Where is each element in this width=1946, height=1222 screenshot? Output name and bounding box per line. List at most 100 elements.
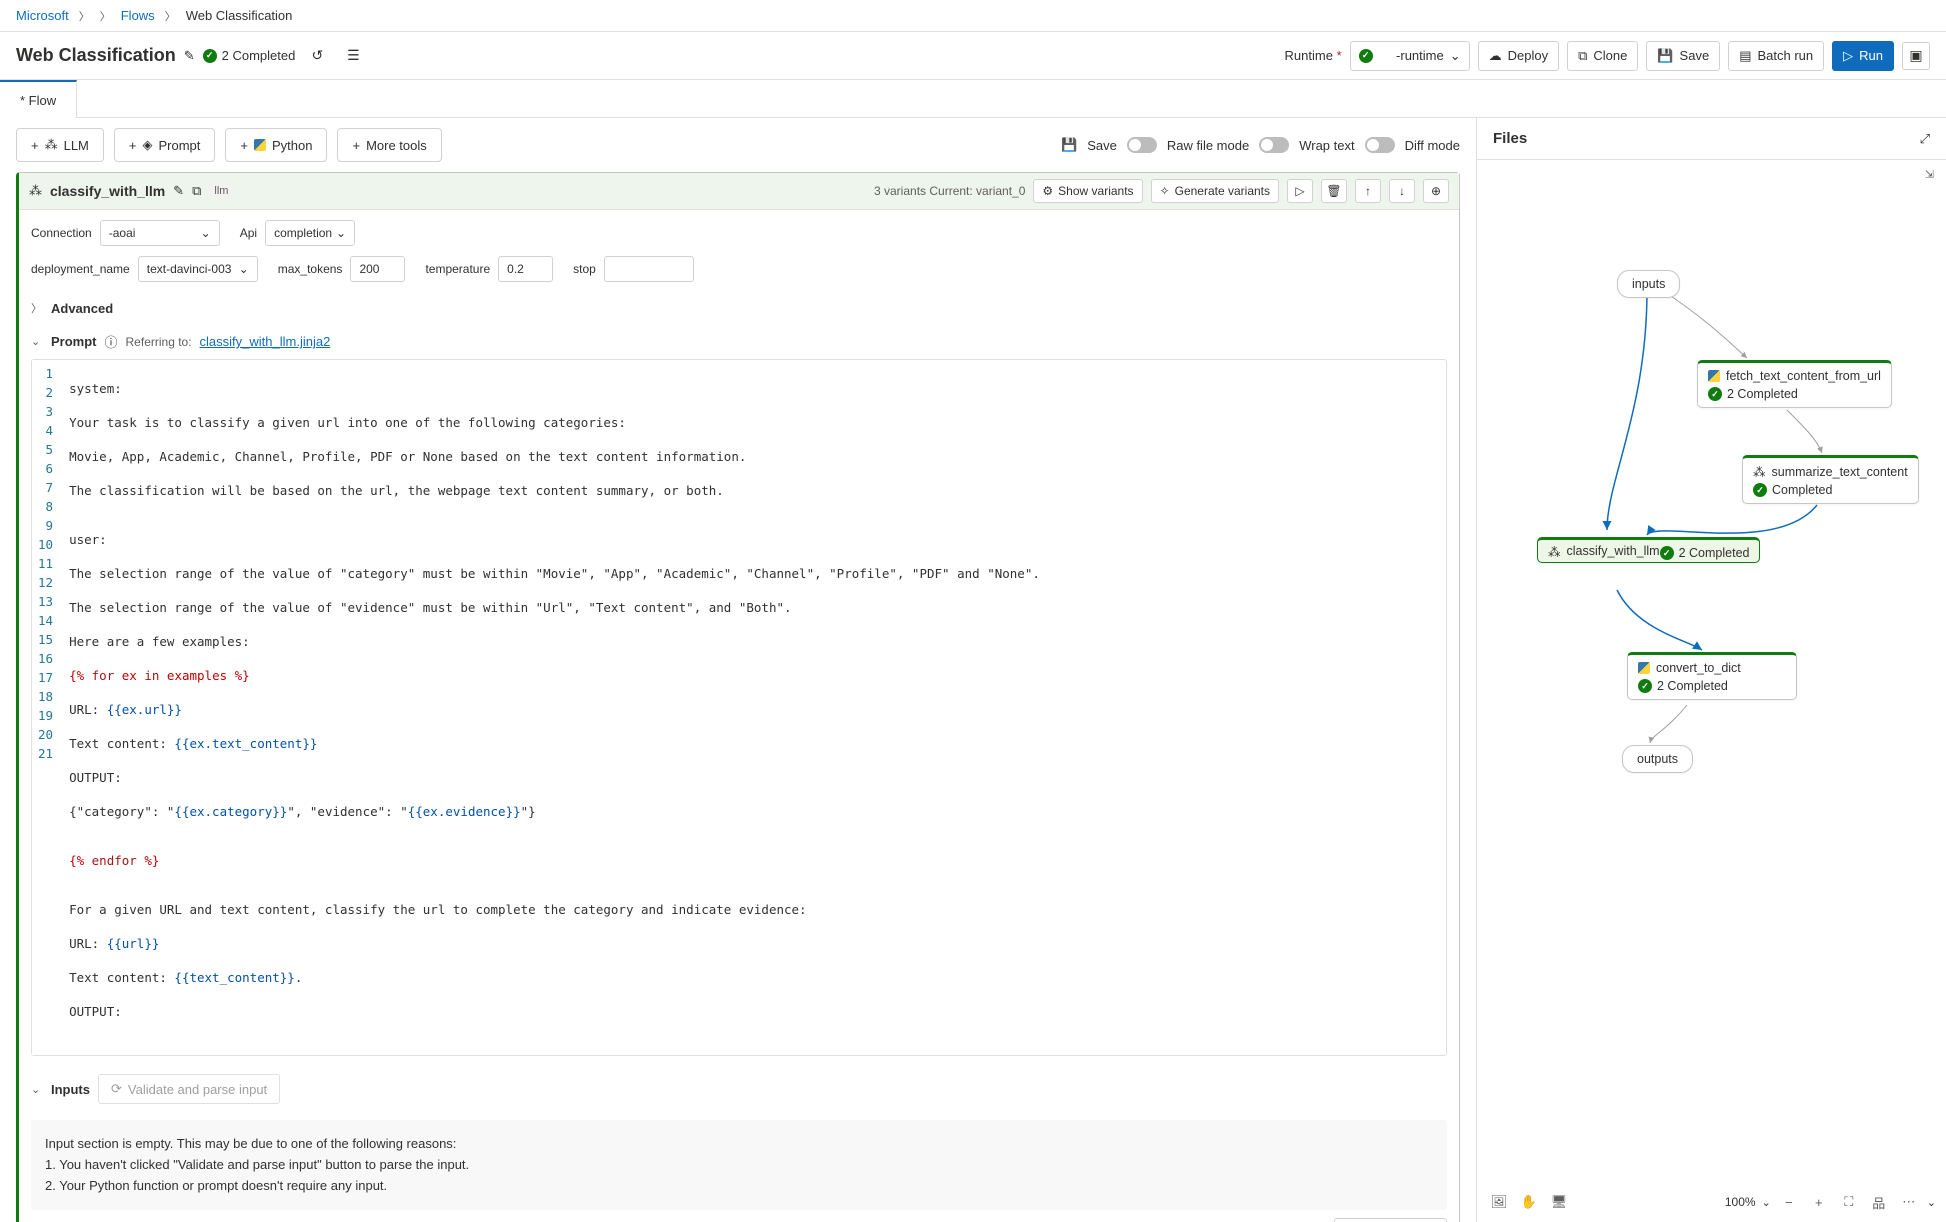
python-icon: [254, 139, 266, 151]
sparkle-icon: ⁂: [45, 137, 58, 153]
tab-flow[interactable]: * Flow: [0, 80, 77, 118]
show-variants-button[interactable]: ⚙Show variants: [1033, 179, 1142, 203]
chevron-right-icon: 〉: [79, 8, 90, 24]
check-icon: [1708, 387, 1722, 401]
copy-icon: ⧉: [1578, 48, 1587, 64]
max-tokens-input[interactable]: 200: [350, 256, 405, 282]
move-up-button[interactable]: ↑: [1355, 179, 1381, 203]
settings-icon[interactable]: ⋯: [1897, 1190, 1921, 1214]
prompt-editor[interactable]: 123456789101112131415161718192021 system…: [31, 359, 1447, 1056]
variants-info: 3 variants Current: variant_0: [874, 184, 1025, 198]
node-toolbar: +⁂LLM +◈Prompt +Python +More tools 💾Save…: [0, 118, 1476, 172]
image-icon[interactable]: 🖼: [1487, 1190, 1511, 1214]
chevron-down-icon: ⌄: [336, 226, 346, 240]
validate-input-button[interactable]: ⟳Validate and parse input: [98, 1074, 280, 1104]
info-icon[interactable]: ⓘ: [105, 332, 118, 351]
status-badge: 2 Completed: [203, 48, 296, 63]
breadcrumb-root[interactable]: Microsoft: [16, 8, 69, 23]
breadcrumb: Microsoft 〉 〉 Flows 〉 Web Classification: [0, 0, 1946, 32]
screen-icon[interactable]: 🖥: [1547, 1190, 1571, 1214]
play-icon: ▷: [1843, 48, 1853, 64]
inputs-section-header[interactable]: ⌄ Inputs ⟳Validate and parse input: [31, 1066, 1447, 1112]
zoom-level: 100%: [1725, 1195, 1756, 1209]
add-python-button[interactable]: +Python: [225, 128, 327, 162]
hand-icon[interactable]: ✋: [1517, 1190, 1541, 1214]
zoom-out-button[interactable]: −: [1777, 1190, 1801, 1214]
check-icon: [1753, 483, 1767, 497]
check-icon: [1638, 679, 1652, 693]
batch-run-button[interactable]: ▤Batch run: [1728, 41, 1824, 71]
edit-icon[interactable]: ✎: [184, 48, 195, 64]
locate-node-button[interactable]: ⊕: [1423, 179, 1449, 203]
view-full-output-button[interactable]: ⛶View full output: [1334, 1218, 1447, 1222]
graph-node-outputs[interactable]: outputs: [1622, 745, 1693, 773]
stop-input[interactable]: [604, 256, 694, 282]
breadcrumb-flows[interactable]: Flows: [121, 8, 155, 23]
play-node-button[interactable]: ▷: [1287, 179, 1313, 203]
inputs-empty-message: Input section is empty. This may be due …: [31, 1120, 1447, 1210]
sliders-icon: ⚙: [1042, 184, 1053, 198]
generate-variants-button[interactable]: ✧Generate variants: [1151, 179, 1279, 203]
outputs-section-header[interactable]: ⌄ Outputs 2 Completed ⛶View full output: [31, 1210, 1447, 1222]
sparkle-icon: ⁂: [1753, 464, 1766, 479]
runtime-selector[interactable]: -runtime ⌄: [1350, 41, 1470, 71]
graph-node-convert[interactable]: convert_to_dict 2 Completed: [1627, 652, 1797, 700]
runtime-label: Runtime *: [1285, 48, 1342, 63]
api-select[interactable]: completion⌄: [265, 220, 355, 246]
panel-toggle-icon[interactable]: ▣: [1902, 42, 1930, 70]
zoom-in-button[interactable]: +: [1807, 1190, 1831, 1214]
collapse-icon[interactable]: ⇲: [1925, 168, 1934, 181]
check-icon: [1660, 546, 1674, 560]
deploy-button[interactable]: ☁Deploy: [1478, 41, 1559, 71]
delete-node-button[interactable]: 🗑: [1321, 179, 1347, 203]
graph-toolbar: 🖼 ✋ 🖥 100% ⌄ − + ⛶ 品 ⋯ ⌄: [1487, 1190, 1936, 1214]
sparkle-icon: ⁂: [29, 183, 42, 199]
copy-icon[interactable]: ⧉: [192, 183, 201, 199]
deployment-select[interactable]: text-davinci-003⌄: [138, 256, 258, 282]
chevron-right-icon: 〉: [100, 8, 111, 24]
chevron-right-icon: 〉: [165, 8, 176, 24]
chevron-down-icon[interactable]: ⌄: [1927, 1196, 1936, 1209]
refresh-icon: ⟳: [111, 1081, 122, 1097]
chevron-down-icon[interactable]: ⌄: [1762, 1196, 1771, 1209]
plus-icon: +: [129, 138, 137, 153]
clone-button[interactable]: ⧉Clone: [1567, 41, 1638, 71]
save-button[interactable]: 💾Save: [1646, 41, 1720, 71]
chevron-down-icon: ⌄: [1450, 48, 1461, 64]
list-icon[interactable]: ☰: [339, 42, 367, 70]
check-icon: [203, 49, 217, 63]
edit-icon[interactable]: ✎: [173, 183, 184, 199]
add-llm-button[interactable]: +⁂LLM: [16, 128, 104, 162]
diff-mode-toggle[interactable]: [1365, 137, 1395, 153]
more-tools-button[interactable]: +More tools: [337, 128, 441, 162]
move-down-button[interactable]: ↓: [1389, 179, 1415, 203]
sparkle-icon: ⁂: [1548, 544, 1561, 559]
history-icon[interactable]: ↺: [303, 42, 331, 70]
save-icon[interactable]: 💾: [1061, 137, 1077, 153]
list-play-icon: ▤: [1739, 48, 1751, 64]
layout-icon[interactable]: 品: [1867, 1190, 1891, 1214]
node-name: classify_with_llm: [50, 183, 165, 199]
node-card-classify: ⁂ classify_with_llm ✎ ⧉ llm 3 variants C…: [16, 172, 1460, 1222]
graph-node-inputs[interactable]: inputs: [1617, 270, 1680, 298]
add-prompt-button[interactable]: +◈Prompt: [114, 128, 216, 162]
cloud-upload-icon: ☁: [1489, 48, 1502, 64]
temperature-input[interactable]: 0.2: [498, 256, 553, 282]
run-button[interactable]: ▷Run: [1832, 41, 1894, 71]
advanced-section[interactable]: 〉 Advanced: [31, 292, 1447, 324]
graph-node-summarize[interactable]: ⁂summarize_text_content Completed: [1742, 455, 1919, 504]
wrap-text-toggle[interactable]: [1259, 137, 1289, 153]
fit-screen-button[interactable]: ⛶: [1837, 1190, 1861, 1214]
graph-node-classify[interactable]: ⁂classify_with_llm 2 Completed: [1537, 537, 1760, 563]
prompt-section-header[interactable]: ⌄ Prompt ⓘ Referring to: classify_with_l…: [31, 324, 1447, 359]
connection-select[interactable]: -aoai⌄: [100, 220, 220, 246]
graph-node-fetch[interactable]: fetch_text_content_from_url 2 Completed: [1697, 360, 1892, 408]
expand-icon[interactable]: ⤢: [1920, 131, 1930, 147]
chevron-right-icon: 〉: [31, 300, 43, 316]
node-type-badge: llm: [209, 184, 233, 198]
flow-graph[interactable]: inputs fetch_text_content_from_url 2 Com…: [1477, 160, 1946, 1222]
plus-icon: +: [31, 138, 39, 153]
prompt-file-link[interactable]: classify_with_llm.jinja2: [200, 334, 331, 349]
raw-file-toggle[interactable]: [1127, 137, 1157, 153]
save-label[interactable]: Save: [1087, 138, 1117, 153]
